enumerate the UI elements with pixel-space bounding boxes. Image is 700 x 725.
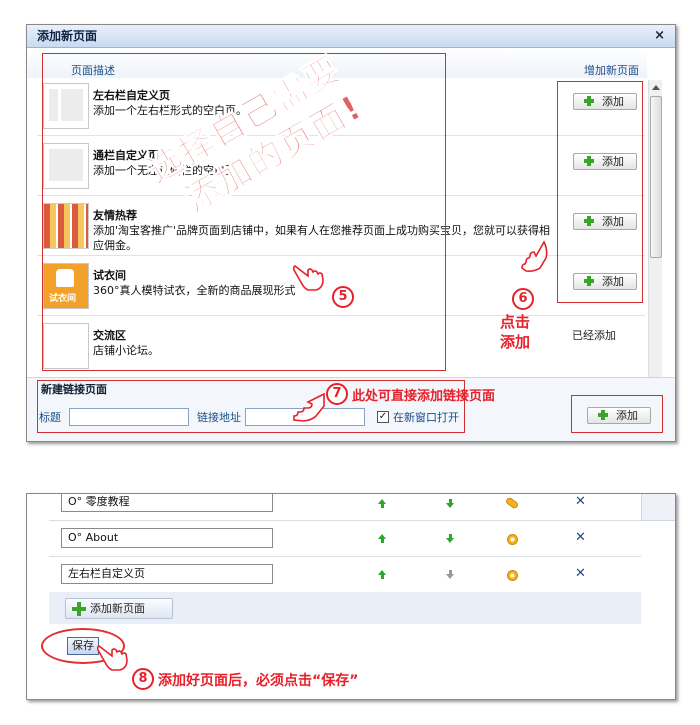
move-up-icon[interactable] [378, 570, 386, 579]
annotation-box-add-link [571, 395, 663, 433]
hand-pointer-icon [293, 392, 325, 422]
add-new-page-button[interactable]: 添加新页面 [65, 598, 173, 619]
step-number-6: 6 [512, 288, 534, 310]
click-add-line-1: 点击 [500, 313, 531, 331]
page-name-field[interactable]: O° 零度教程 [61, 494, 273, 512]
hand-pointer-icon [96, 645, 128, 671]
delete-icon[interactable]: ✕ [575, 566, 586, 581]
already-added-status: 已经添加 [572, 329, 616, 342]
page-name-field[interactable]: O° About [61, 528, 273, 548]
scrollbar[interactable] [648, 80, 662, 398]
add-new-page-label: 添加新页面 [90, 602, 145, 615]
move-up-icon[interactable] [378, 499, 386, 508]
row-divider [49, 556, 641, 557]
annotation-box-add-buttons [557, 81, 643, 303]
settings-gear-icon[interactable] [507, 534, 518, 545]
click-add-line-2: 添加 [500, 333, 531, 351]
scroll-up-arrow-icon[interactable] [652, 85, 660, 90]
move-down-icon[interactable] [446, 534, 454, 543]
step-number-7: 7 [326, 383, 348, 405]
save-annotation: 添加好页面后，必须点击“保存” [158, 673, 359, 689]
click-add-annotation: 点击 添加 [500, 312, 530, 352]
row-divider [49, 520, 641, 521]
dialog-title: 添加新页面 [37, 29, 98, 43]
page-name-field[interactable]: 左右栏自定义页 [61, 564, 273, 584]
direct-link-annotation: 此处可直接添加链接页面 [352, 389, 496, 404]
header-add-new-page: 增加新页面 [584, 64, 639, 77]
step-number-8: 8 [132, 668, 154, 690]
plus-icon [72, 602, 86, 616]
close-icon[interactable]: × [654, 25, 665, 47]
link-edit-icon[interactable] [505, 497, 519, 509]
settings-gear-icon[interactable] [507, 570, 518, 581]
move-down-disabled-icon [446, 570, 454, 579]
move-down-icon[interactable] [446, 499, 454, 508]
move-up-icon[interactable] [378, 534, 386, 543]
delete-icon[interactable]: ✕ [575, 530, 586, 545]
hand-pointer-icon [521, 240, 548, 272]
delete-icon[interactable]: ✕ [575, 494, 586, 509]
hand-pointer-icon [292, 265, 324, 291]
corner-cell [641, 494, 675, 521]
scroll-thumb[interactable] [650, 96, 662, 258]
step-number-5: 5 [332, 286, 354, 308]
